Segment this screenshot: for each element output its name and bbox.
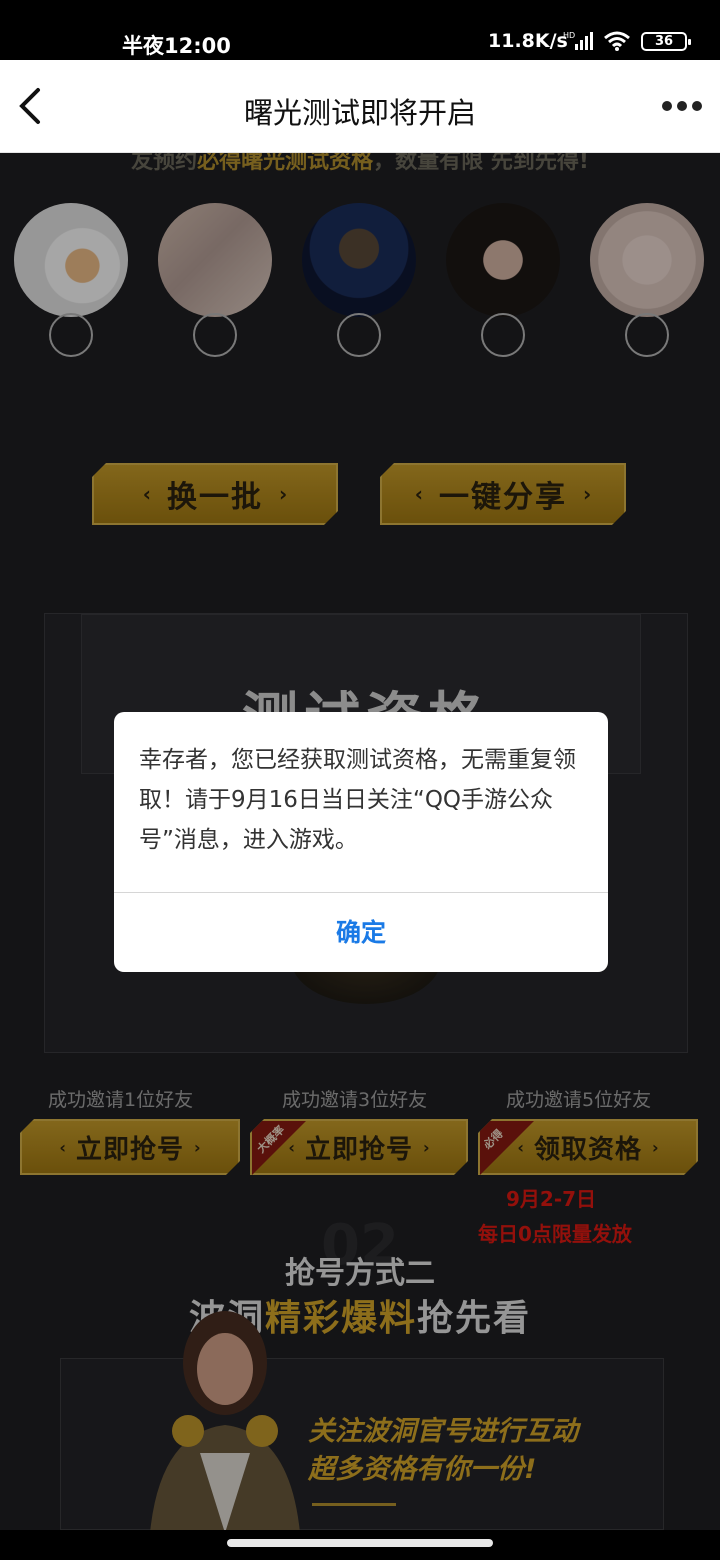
status-time: 半夜12:00 — [122, 34, 231, 58]
alert-dialog: 幸存者，您已经获取测试资格，无需重复领取！请于9月16日当日关注“QQ手游公众号… — [114, 712, 608, 972]
hd-label: HD — [563, 31, 575, 40]
wifi-icon — [604, 31, 630, 51]
confirm-button[interactable]: 确定 — [114, 893, 608, 972]
gesture-bar — [0, 1530, 720, 1560]
home-indicator[interactable] — [227, 1539, 493, 1547]
dialog-message: 幸存者，您已经获取测试资格，无需重复领取！请于9月16日当日关注“QQ手游公众号… — [139, 747, 576, 853]
page-title: 曙光测试即将开启 — [243, 96, 476, 130]
battery-icon: 36 — [641, 31, 691, 51]
more-dots-icon[interactable] — [662, 96, 702, 116]
status-icons: HD 36 — [563, 30, 691, 52]
status-bar: 半夜12:00 11.8K/s HD 36 — [0, 0, 720, 60]
signal-icon: HD — [563, 31, 593, 50]
nav-bar: 曙光测试即将开启 — [0, 60, 720, 153]
network-speed: 11.8K/s — [488, 30, 568, 52]
